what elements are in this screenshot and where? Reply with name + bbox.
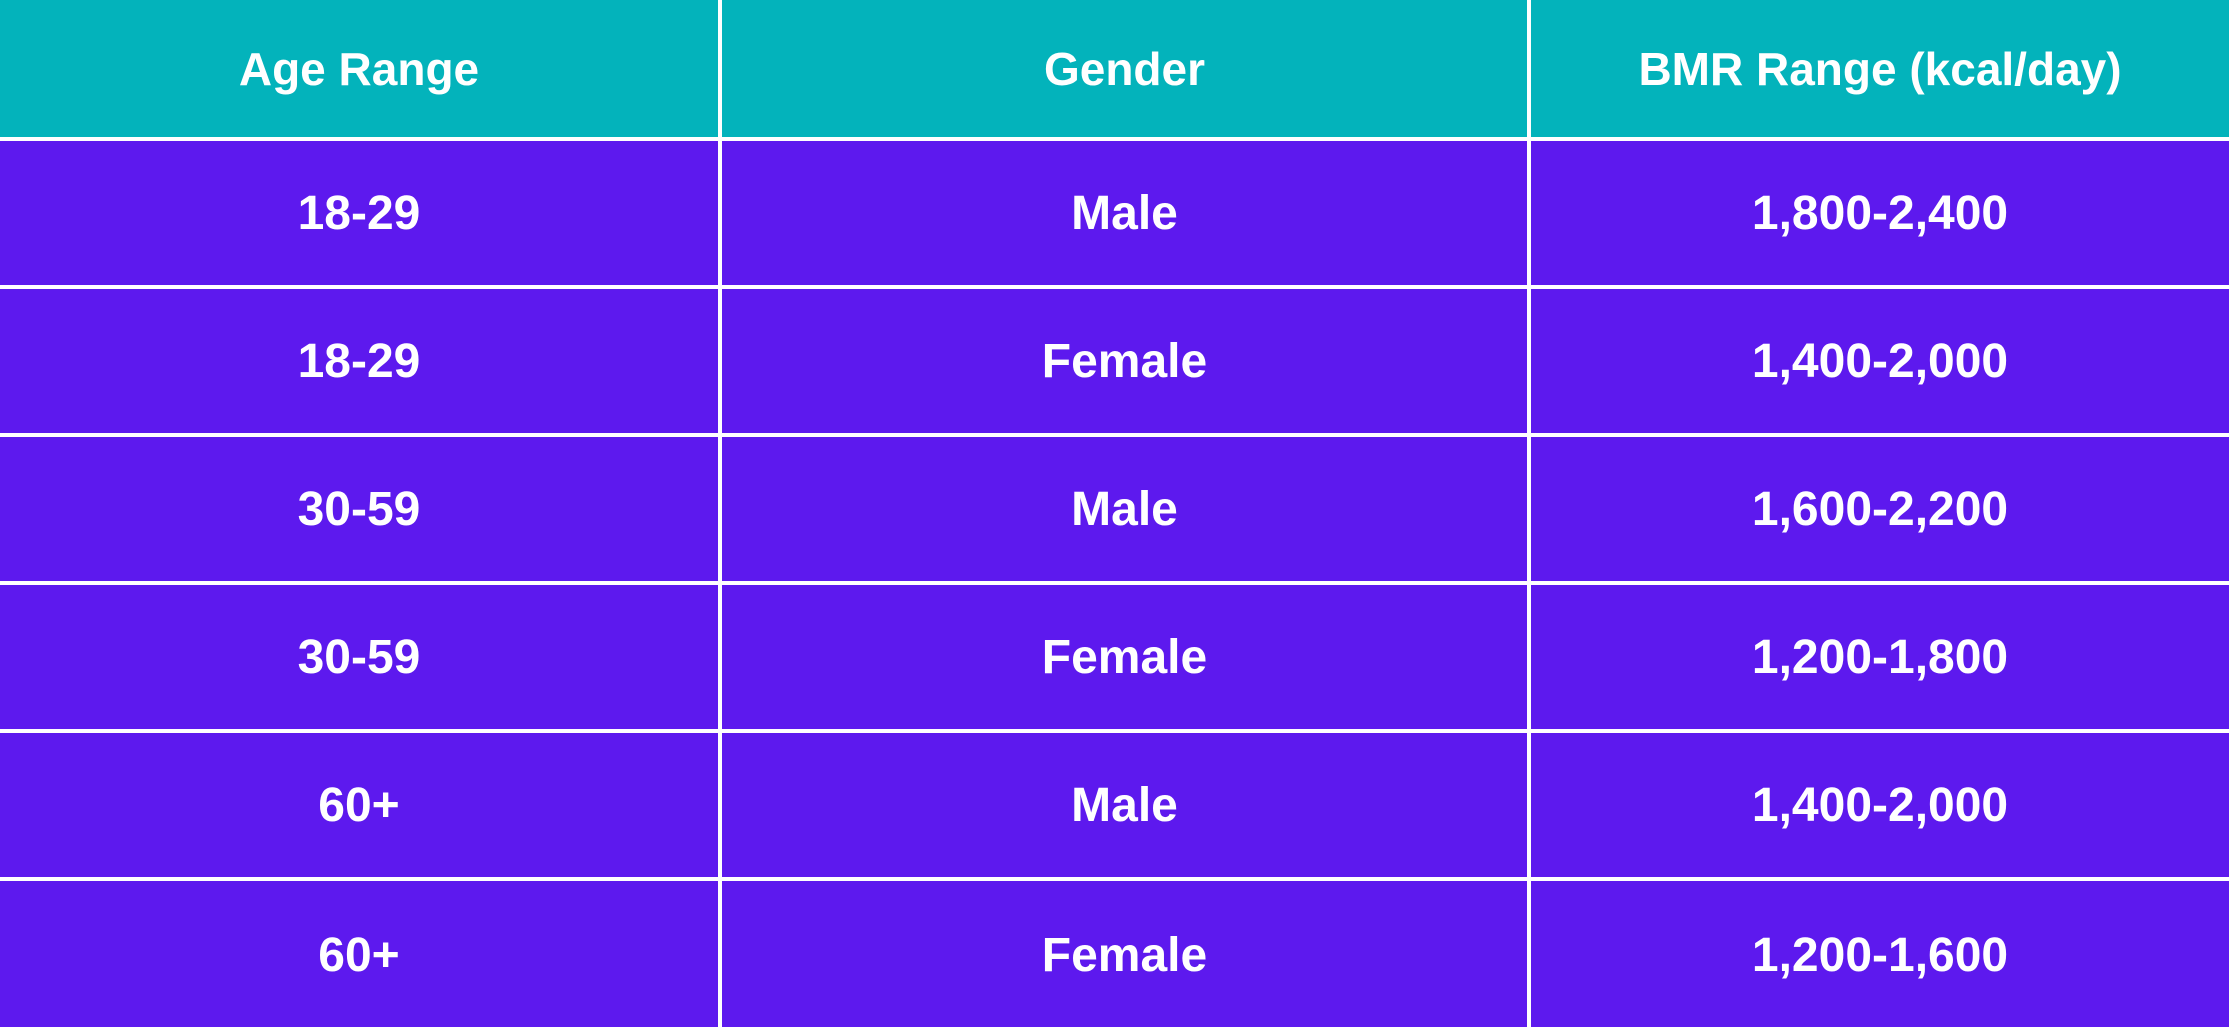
cell-gender: Male (722, 733, 1531, 881)
cell-bmr-range: 1,400-2,000 (1531, 733, 2229, 881)
bmr-table: Age Range Gender BMR Range (kcal/day) 18-29… (0, 0, 2229, 1027)
cell-gender: Female (722, 881, 1531, 1027)
cell-age-range: 30-59 (0, 437, 722, 585)
cell-bmr-range: 1,400-2,000 (1531, 289, 2229, 437)
cell-gender: Female (722, 289, 1531, 437)
cell-bmr-range: 1,200-1,800 (1531, 585, 2229, 733)
cell-gender: Female (722, 585, 1531, 733)
cell-bmr-range: 1,600-2,200 (1531, 437, 2229, 585)
cell-bmr-range: 1,200-1,600 (1531, 881, 2229, 1027)
cell-bmr-range: 1,800-2,400 (1531, 141, 2229, 289)
cell-gender: Male (722, 437, 1531, 585)
cell-age-range: 60+ (0, 881, 722, 1027)
cell-gender: Male (722, 141, 1531, 289)
header-gender: Gender (722, 0, 1531, 141)
cell-age-range: 18-29 (0, 289, 722, 437)
cell-age-range: 60+ (0, 733, 722, 881)
header-bmr-range: BMR Range (kcal/day) (1531, 0, 2229, 141)
header-age-range: Age Range (0, 0, 722, 141)
cell-age-range: 18-29 (0, 141, 722, 289)
cell-age-range: 30-59 (0, 585, 722, 733)
